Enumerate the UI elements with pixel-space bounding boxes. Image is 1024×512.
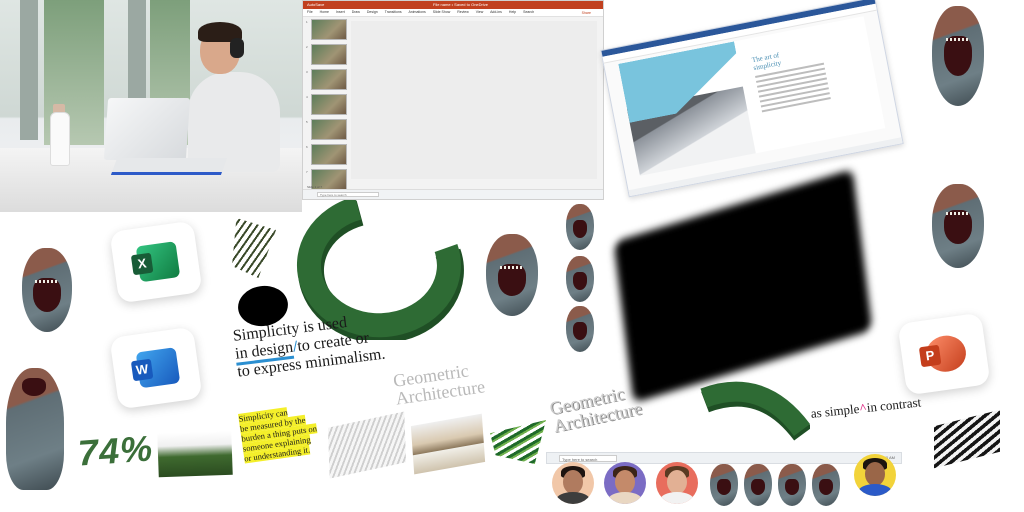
slide-canvas[interactable] [351, 21, 597, 179]
excel-app-icon[interactable]: X [109, 220, 203, 304]
building-facade-image [410, 413, 486, 475]
tab-design[interactable]: Design [367, 10, 378, 14]
trex-head-image [776, 464, 808, 508]
taskbar-search-input[interactable]: Type here to search [559, 455, 617, 462]
trex-head-image [564, 204, 596, 252]
laptop-base [110, 158, 228, 175]
avatar[interactable] [854, 454, 896, 496]
slide-thumbnail[interactable]: 1 [306, 19, 347, 40]
percentage-figure: 74% [76, 427, 155, 474]
tab-insert[interactable]: Insert [336, 10, 345, 14]
slide-thumbnail[interactable]: 6 [306, 144, 347, 165]
tab-addins[interactable]: Add-ins [490, 10, 502, 14]
trex-head-image [928, 6, 988, 110]
tab-file[interactable]: File [307, 10, 313, 14]
slide-thumbnail[interactable]: 5 [306, 119, 347, 140]
text-fragment: in contrast [866, 394, 922, 416]
ppt-autosave-label[interactable]: AutoSave [307, 1, 324, 9]
taskbar-search-input[interactable]: Type here to search [317, 192, 379, 197]
striped-architecture-image [934, 409, 1000, 469]
tab-review[interactable]: Review [457, 10, 468, 14]
windows-taskbar: Type here to search 10:30 AM [546, 452, 902, 464]
laptop-lid [103, 98, 191, 160]
avatar[interactable] [604, 462, 646, 504]
ppt-doc-title: File name • Saved to OneDrive [433, 2, 488, 7]
powerpoint-window[interactable]: AutoSave File name • Saved to OneDrive F… [302, 0, 604, 200]
palm-leaf-image [490, 420, 546, 464]
word-document-window[interactable]: The art of simplicity [600, 0, 904, 198]
person-body [188, 72, 280, 172]
grass-field-image [157, 430, 233, 478]
person-laptop-photo [0, 0, 302, 212]
slide-number: 6 [306, 145, 308, 149]
highlighted-quote: Simplicity can be measured by the burden… [238, 403, 324, 464]
excel-icon: X [130, 252, 154, 276]
trex-head-image [564, 256, 596, 304]
slide-number: 5 [306, 120, 308, 124]
slide-number: 3 [306, 70, 308, 74]
wavy-architecture-image [327, 411, 407, 479]
document-heading: The art of simplicity [751, 51, 782, 72]
blurred-black-rectangle [613, 168, 873, 404]
water-bottle [50, 112, 70, 166]
tab-transitions[interactable]: Transitions [385, 10, 402, 14]
powerpoint-app-icon[interactable]: P [897, 312, 991, 396]
slide-thumbnail-pane[interactable]: 1 2 3 4 5 6 7 [305, 19, 347, 194]
slide-number: 4 [306, 95, 308, 99]
ppt-ribbon-tabs: File Home Insert Draw Design Transitions… [303, 9, 603, 17]
trex-head-image [742, 464, 774, 508]
ppt-titlebar: AutoSave File name • Saved to OneDrive [303, 1, 603, 9]
tab-view[interactable]: View [476, 10, 484, 14]
slide-number: 7 [306, 170, 308, 174]
slide-thumbnail[interactable]: 4 [306, 94, 347, 115]
trex-head-image [928, 184, 988, 270]
slide-thumbnail[interactable]: 3 [306, 69, 347, 90]
tab-home[interactable]: Home [320, 10, 329, 14]
windows-taskbar: Type here to search [303, 189, 603, 199]
share-button[interactable]: Share [582, 10, 591, 16]
trex-head-image [18, 248, 76, 334]
fern-leaf-image [232, 218, 276, 278]
document-body-text [755, 62, 831, 116]
headphones [230, 38, 244, 58]
slide-number: 1 [306, 20, 308, 24]
slide-number: 2 [306, 45, 308, 49]
tab-slideshow[interactable]: Slide Show [433, 10, 451, 14]
window-frame [20, 0, 38, 140]
word-icon: W [130, 358, 154, 382]
trex-full-body-image [0, 368, 70, 492]
contrast-ink-text: as simple^in contrast [810, 394, 922, 421]
tab-draw[interactable]: Draw [352, 10, 360, 14]
trex-head-image [564, 306, 596, 354]
word-app-icon[interactable]: W [109, 326, 203, 410]
powerpoint-icon: P [918, 344, 942, 368]
trex-head-image [708, 464, 740, 508]
tab-animations[interactable]: Animations [408, 10, 425, 14]
tab-help[interactable]: Help [509, 10, 516, 14]
avatar[interactable] [552, 462, 594, 504]
text-fragment: as simple [810, 400, 861, 421]
tab-search[interactable]: Search [523, 10, 534, 14]
avatar[interactable] [656, 462, 698, 504]
trex-head-image [484, 234, 540, 318]
trex-head-image [810, 464, 842, 508]
slide-thumbnail[interactable]: 2 [306, 44, 347, 65]
